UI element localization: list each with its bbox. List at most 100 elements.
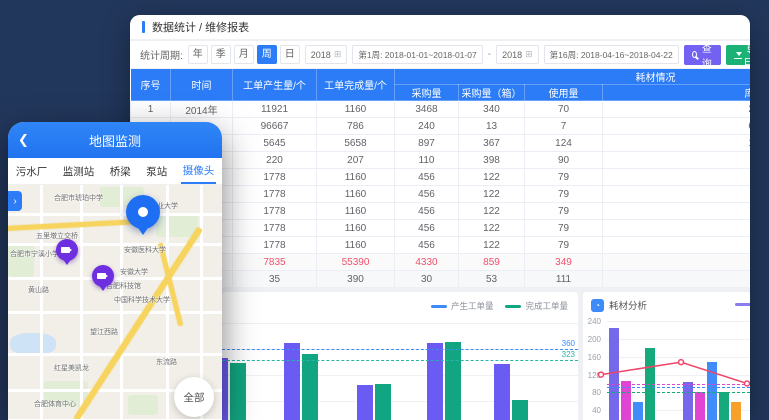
map-label: 合肥市琥珀中学: [54, 193, 103, 203]
phone-overlay: ❮ 地图监测 污水厂 监测站 桥梁 泵站 摄像头 合肥市琥珀中学 安徽农业大学: [8, 122, 222, 420]
map-label: 红星美凯龙: [54, 363, 89, 373]
col-header-time: 时间: [171, 69, 233, 101]
cell-value: 398: [459, 152, 525, 169]
cell-value: 122: [459, 203, 525, 220]
table-row: 564556588973671241295: [131, 135, 751, 152]
cell-value: 456: [395, 169, 459, 186]
tab-camera[interactable]: 摄像头: [181, 158, 217, 184]
cell-value: 35: [233, 271, 317, 288]
legend-item: 产生工单量: [431, 300, 494, 312]
cell-value: 207: [317, 152, 395, 169]
map-label: 合肥市宁溪小学: [10, 249, 59, 259]
col-header-sub3: 使用量: [525, 85, 603, 101]
cell-value: 1160: [317, 169, 395, 186]
calendar-icon: ⊞: [525, 49, 533, 60]
period-year-button[interactable]: 年: [188, 45, 208, 64]
camera-icon: [97, 273, 106, 279]
legend-dash: [431, 305, 447, 308]
query-button[interactable]: 查询: [684, 45, 721, 65]
cell-value: 1160: [317, 186, 395, 203]
start-year-select[interactable]: 2018 ⊞: [305, 45, 348, 64]
cell-value: 1778: [233, 203, 317, 220]
cell-value: 456: [395, 220, 459, 237]
table-row: 22020711039890195: [131, 152, 751, 169]
consumable-bar: [719, 392, 729, 420]
tab-bridge[interactable]: 桥梁: [108, 159, 133, 183]
cell-value: 456: [395, 203, 459, 220]
col-header-sub1: 采购量: [395, 85, 459, 101]
cell-value: 1778: [233, 237, 317, 254]
charts-row: 产生工单量完成工单量 360323 ◔ 耗材分析 240200160120804…: [130, 292, 750, 420]
expand-arrow-icon[interactable]: ›: [8, 191, 22, 211]
period-label: 统计周期:: [140, 47, 183, 62]
y-axis-tick: 120: [585, 371, 601, 380]
col-header-consumables-group: 耗材情况: [395, 69, 751, 85]
cell-value: 122: [459, 220, 525, 237]
cell-value: 349: [525, 254, 603, 271]
table-row: 1778116045612279675: [131, 186, 751, 203]
map-label: 合肥体育中心: [34, 399, 76, 409]
map-road: [40, 185, 43, 419]
tab-monitor-station[interactable]: 监测站: [61, 159, 97, 183]
cell-value: 4330: [395, 254, 459, 271]
consumable-bar: [695, 392, 705, 420]
chart-legend: 产生工单量完成工单量: [431, 300, 568, 312]
map-road: [80, 185, 83, 419]
cell-value: 220: [233, 152, 317, 169]
filter-bar: 统计周期: 年 季 月 周 日 2018 ⊞ 第1周: 2018-01-01~2…: [130, 41, 750, 68]
dashboard-panel: 数据统计 / 维修报表 统计周期: 年 季 月 周 日 2018 ⊞ 第1周: …: [130, 15, 750, 420]
table-row: 12014年1192111603468340702505: [131, 101, 751, 118]
cell-value: 1295: [603, 135, 751, 152]
cell-value: 390: [317, 271, 395, 288]
search-icon: [692, 51, 697, 58]
all-button[interactable]: 全部: [174, 377, 214, 417]
camera-pin[interactable]: [56, 239, 78, 261]
cell-value: 13: [459, 118, 525, 135]
cell-value: 110: [395, 152, 459, 169]
bar-completed: [512, 400, 528, 420]
end-year-select[interactable]: 2018 ⊞: [496, 45, 539, 64]
cell-value: 79: [525, 203, 603, 220]
table-row: 966677862401376905: [131, 118, 751, 135]
y-axis-tick: 80: [585, 388, 601, 397]
cell-value: 897: [395, 135, 459, 152]
cell-value: 675: [603, 220, 751, 237]
bar-completed: [375, 384, 391, 420]
export-excel-button[interactable]: 导出Excel: [726, 45, 750, 65]
y-axis-tick: 40: [585, 406, 601, 415]
breadcrumb-bar: 数据统计 / 维修报表: [130, 15, 750, 40]
cell-value: 340: [459, 101, 525, 118]
cell-value: 70: [525, 101, 603, 118]
cell-value: 675: [603, 203, 751, 220]
tab-sewage-plant[interactable]: 污水厂: [14, 159, 50, 183]
start-week-input[interactable]: 第1周: 2018-01-01~2018-01-07: [352, 45, 482, 64]
bar-completed: [445, 342, 461, 420]
period-month-button[interactable]: 月: [234, 45, 254, 64]
table-row: 1778116045612279675: [131, 203, 751, 220]
cell-value: 675: [603, 169, 751, 186]
selected-camera-pin[interactable]: [126, 195, 160, 229]
breadcrumb: 数据统计 / 维修报表: [152, 19, 249, 35]
cell-value: 859: [459, 254, 525, 271]
period-quarter-button[interactable]: 季: [211, 45, 231, 64]
bar-completed: [302, 354, 318, 420]
period-week-button[interactable]: 周: [257, 45, 277, 64]
back-icon[interactable]: ❮: [18, 132, 29, 148]
reference-line: [222, 349, 578, 350]
cell-value: 240: [395, 118, 459, 135]
reference-line-label: 323: [562, 350, 575, 359]
end-week-input[interactable]: 第16周: 2018-04-16~2018-04-22: [544, 45, 679, 64]
table-row: 1778116045612279675: [131, 237, 751, 254]
period-day-button[interactable]: 日: [280, 45, 300, 64]
map-highway: [8, 219, 138, 232]
reference-line: [222, 360, 578, 361]
map-view[interactable]: 合肥市琥珀中学 安徽农业大学 五里墩立交桥 安徽医科大学 合肥市宁溪小学 安徽大…: [8, 185, 222, 419]
bar-created: [222, 358, 228, 420]
camera-pin[interactable]: [92, 265, 114, 287]
cell-value: 456: [395, 237, 459, 254]
y-axis-tick: 160: [585, 353, 601, 362]
cell-value: 53: [459, 271, 525, 288]
tab-pump-station[interactable]: 泵站: [144, 159, 169, 183]
camera-icon: [61, 247, 70, 253]
col-header-sub4: 库存量: [603, 85, 751, 101]
